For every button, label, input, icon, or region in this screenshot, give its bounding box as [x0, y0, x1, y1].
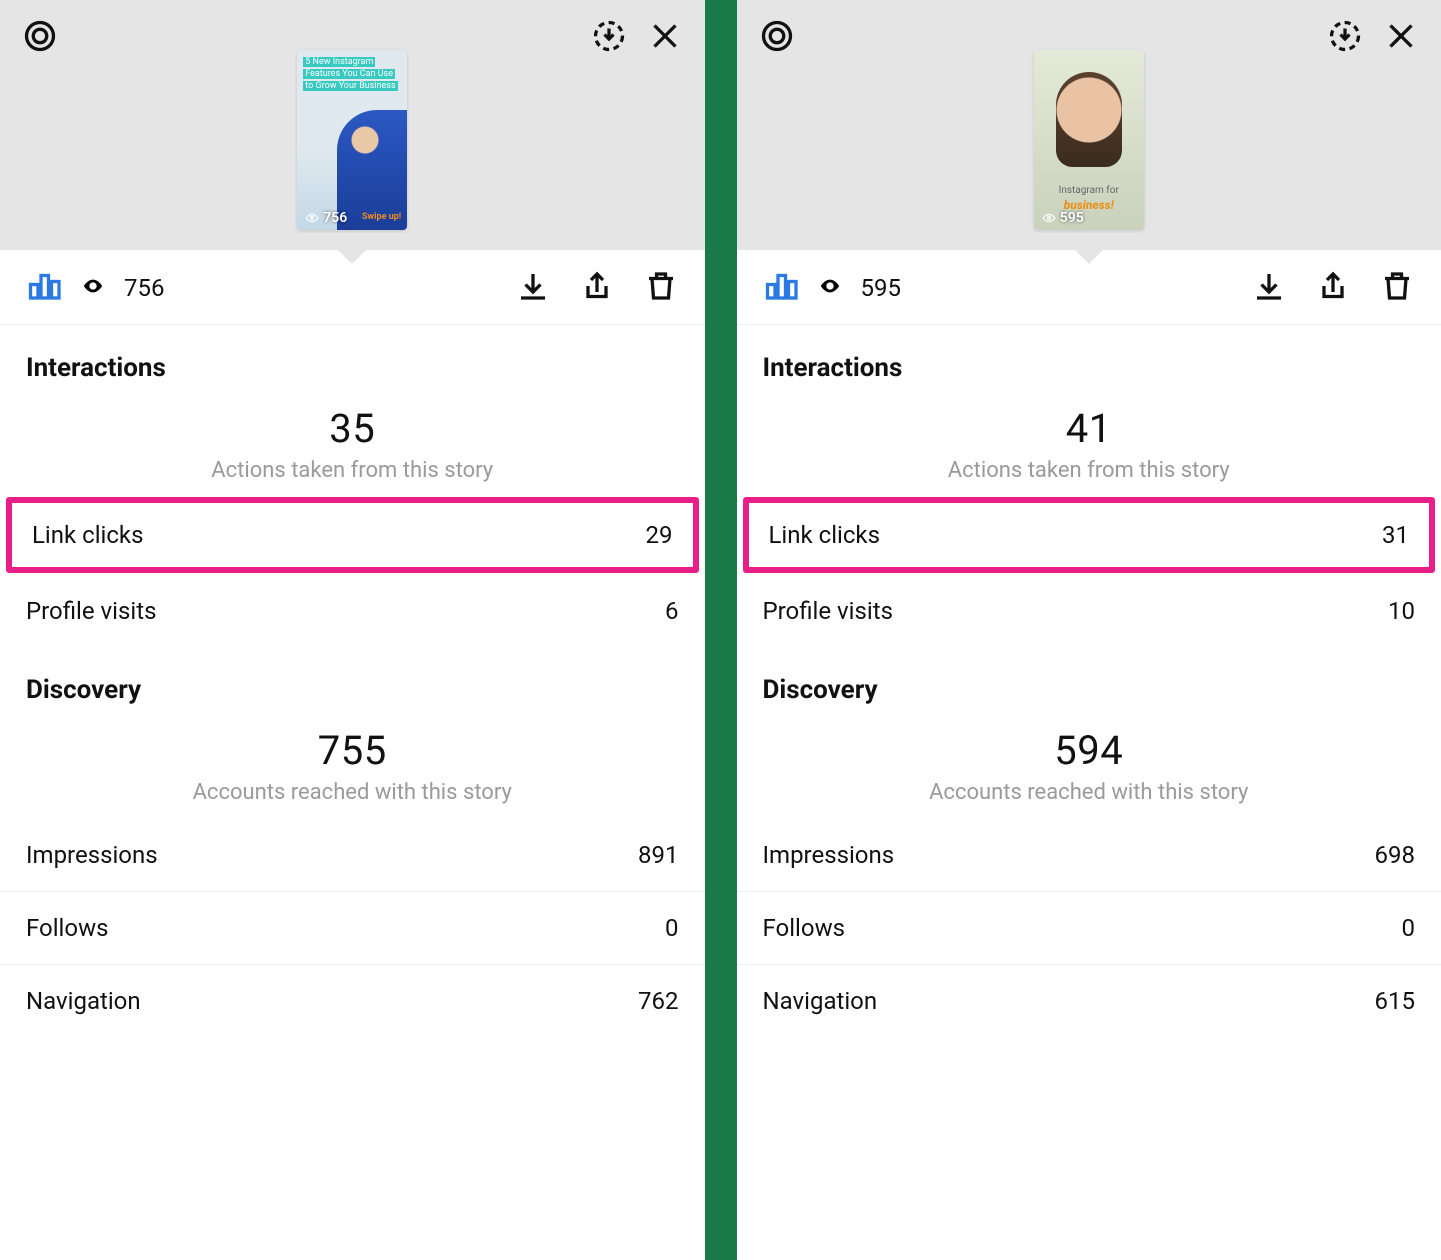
- discovery-subtext: Accounts reached with this story: [0, 780, 705, 805]
- profile-visits-label: Profile visits: [763, 597, 893, 625]
- link-clicks-label: Link clicks: [769, 521, 880, 549]
- view-count: 595: [861, 274, 901, 302]
- eye-views-icon: [82, 275, 104, 301]
- navigation-row[interactable]: Navigation 762: [0, 965, 705, 1037]
- interactions-heading: Interactions: [737, 325, 1441, 383]
- interactions-subtext: Actions taken from this story: [737, 458, 1441, 483]
- view-count: 756: [124, 274, 164, 302]
- share-icon[interactable]: [1315, 268, 1351, 308]
- interactions-total: 41: [737, 405, 1441, 452]
- impressions-row[interactable]: Impressions 891: [0, 819, 705, 892]
- discovery-heading: Discovery: [0, 647, 705, 705]
- interactions-subtext: Actions taken from this story: [0, 458, 705, 483]
- share-icon[interactable]: [579, 268, 615, 308]
- discovery-section: Discovery 755 Accounts reached with this…: [0, 647, 705, 1037]
- insights-panel-left: 5 New Instagram Features You Can Use to …: [0, 0, 705, 1260]
- impressions-row[interactable]: Impressions 698: [737, 819, 1441, 892]
- trash-icon[interactable]: [643, 268, 679, 308]
- follows-row[interactable]: Follows 0: [0, 892, 705, 965]
- insights-chart-icon[interactable]: [763, 268, 799, 308]
- insights-panel-right: Instagram for business! 595 595: [737, 0, 1441, 1260]
- interactions-section: Interactions 35 Actions taken from this …: [0, 325, 705, 647]
- story-thumbnail[interactable]: Instagram for business! 595: [1034, 50, 1144, 230]
- profile-visits-value: 10: [1388, 597, 1415, 625]
- story-thumbnail[interactable]: 5 New Instagram Features You Can Use to …: [297, 50, 407, 230]
- navigation-row[interactable]: Navigation 615: [737, 965, 1441, 1037]
- interactions-section: Interactions 41 Actions taken from this …: [737, 325, 1441, 647]
- profile-visits-value: 6: [665, 597, 679, 625]
- link-clicks-label: Link clicks: [32, 521, 143, 549]
- thumbnail-view-count: 595: [1042, 210, 1084, 226]
- insights-chart-icon[interactable]: [26, 268, 62, 308]
- save-download-icon[interactable]: [1327, 18, 1363, 58]
- close-icon[interactable]: [647, 18, 683, 58]
- follows-row[interactable]: Follows 0: [737, 892, 1441, 965]
- download-icon[interactable]: [1251, 268, 1287, 308]
- discovery-total: 755: [0, 727, 705, 774]
- discovery-total: 594: [737, 727, 1441, 774]
- link-clicks-value: 29: [646, 521, 673, 549]
- discovery-subtext: Accounts reached with this story: [737, 780, 1441, 805]
- swipe-up-label: Swipe up!: [362, 212, 401, 222]
- download-icon[interactable]: [515, 268, 551, 308]
- settings-icon[interactable]: [759, 18, 795, 58]
- story-header: Instagram for business! 595: [737, 0, 1441, 250]
- thumbnail-view-count: 756: [305, 210, 347, 226]
- interactions-heading: Interactions: [0, 325, 705, 383]
- discovery-heading: Discovery: [737, 647, 1441, 705]
- settings-icon[interactable]: [22, 18, 58, 58]
- link-clicks-value: 31: [1382, 521, 1409, 549]
- link-clicks-row[interactable]: Link clicks 29: [6, 497, 699, 573]
- panel-divider: [705, 0, 737, 1260]
- thumbnail-overlay-text: 5 New Instagram Features You Can Use to …: [303, 56, 401, 92]
- close-icon[interactable]: [1383, 18, 1419, 58]
- profile-visits-row[interactable]: Profile visits 10: [737, 575, 1441, 647]
- story-header: 5 New Instagram Features You Can Use to …: [0, 0, 705, 250]
- trash-icon[interactable]: [1379, 268, 1415, 308]
- profile-visits-label: Profile visits: [26, 597, 156, 625]
- interactions-total: 35: [0, 405, 705, 452]
- thumbnail-caption-top: Instagram for: [1034, 185, 1144, 196]
- profile-visits-row[interactable]: Profile visits 6: [0, 575, 705, 647]
- save-download-icon[interactable]: [591, 18, 627, 58]
- eye-views-icon: [819, 275, 841, 301]
- link-clicks-row[interactable]: Link clicks 31: [743, 497, 1436, 573]
- discovery-section: Discovery 594 Accounts reached with this…: [737, 647, 1441, 1037]
